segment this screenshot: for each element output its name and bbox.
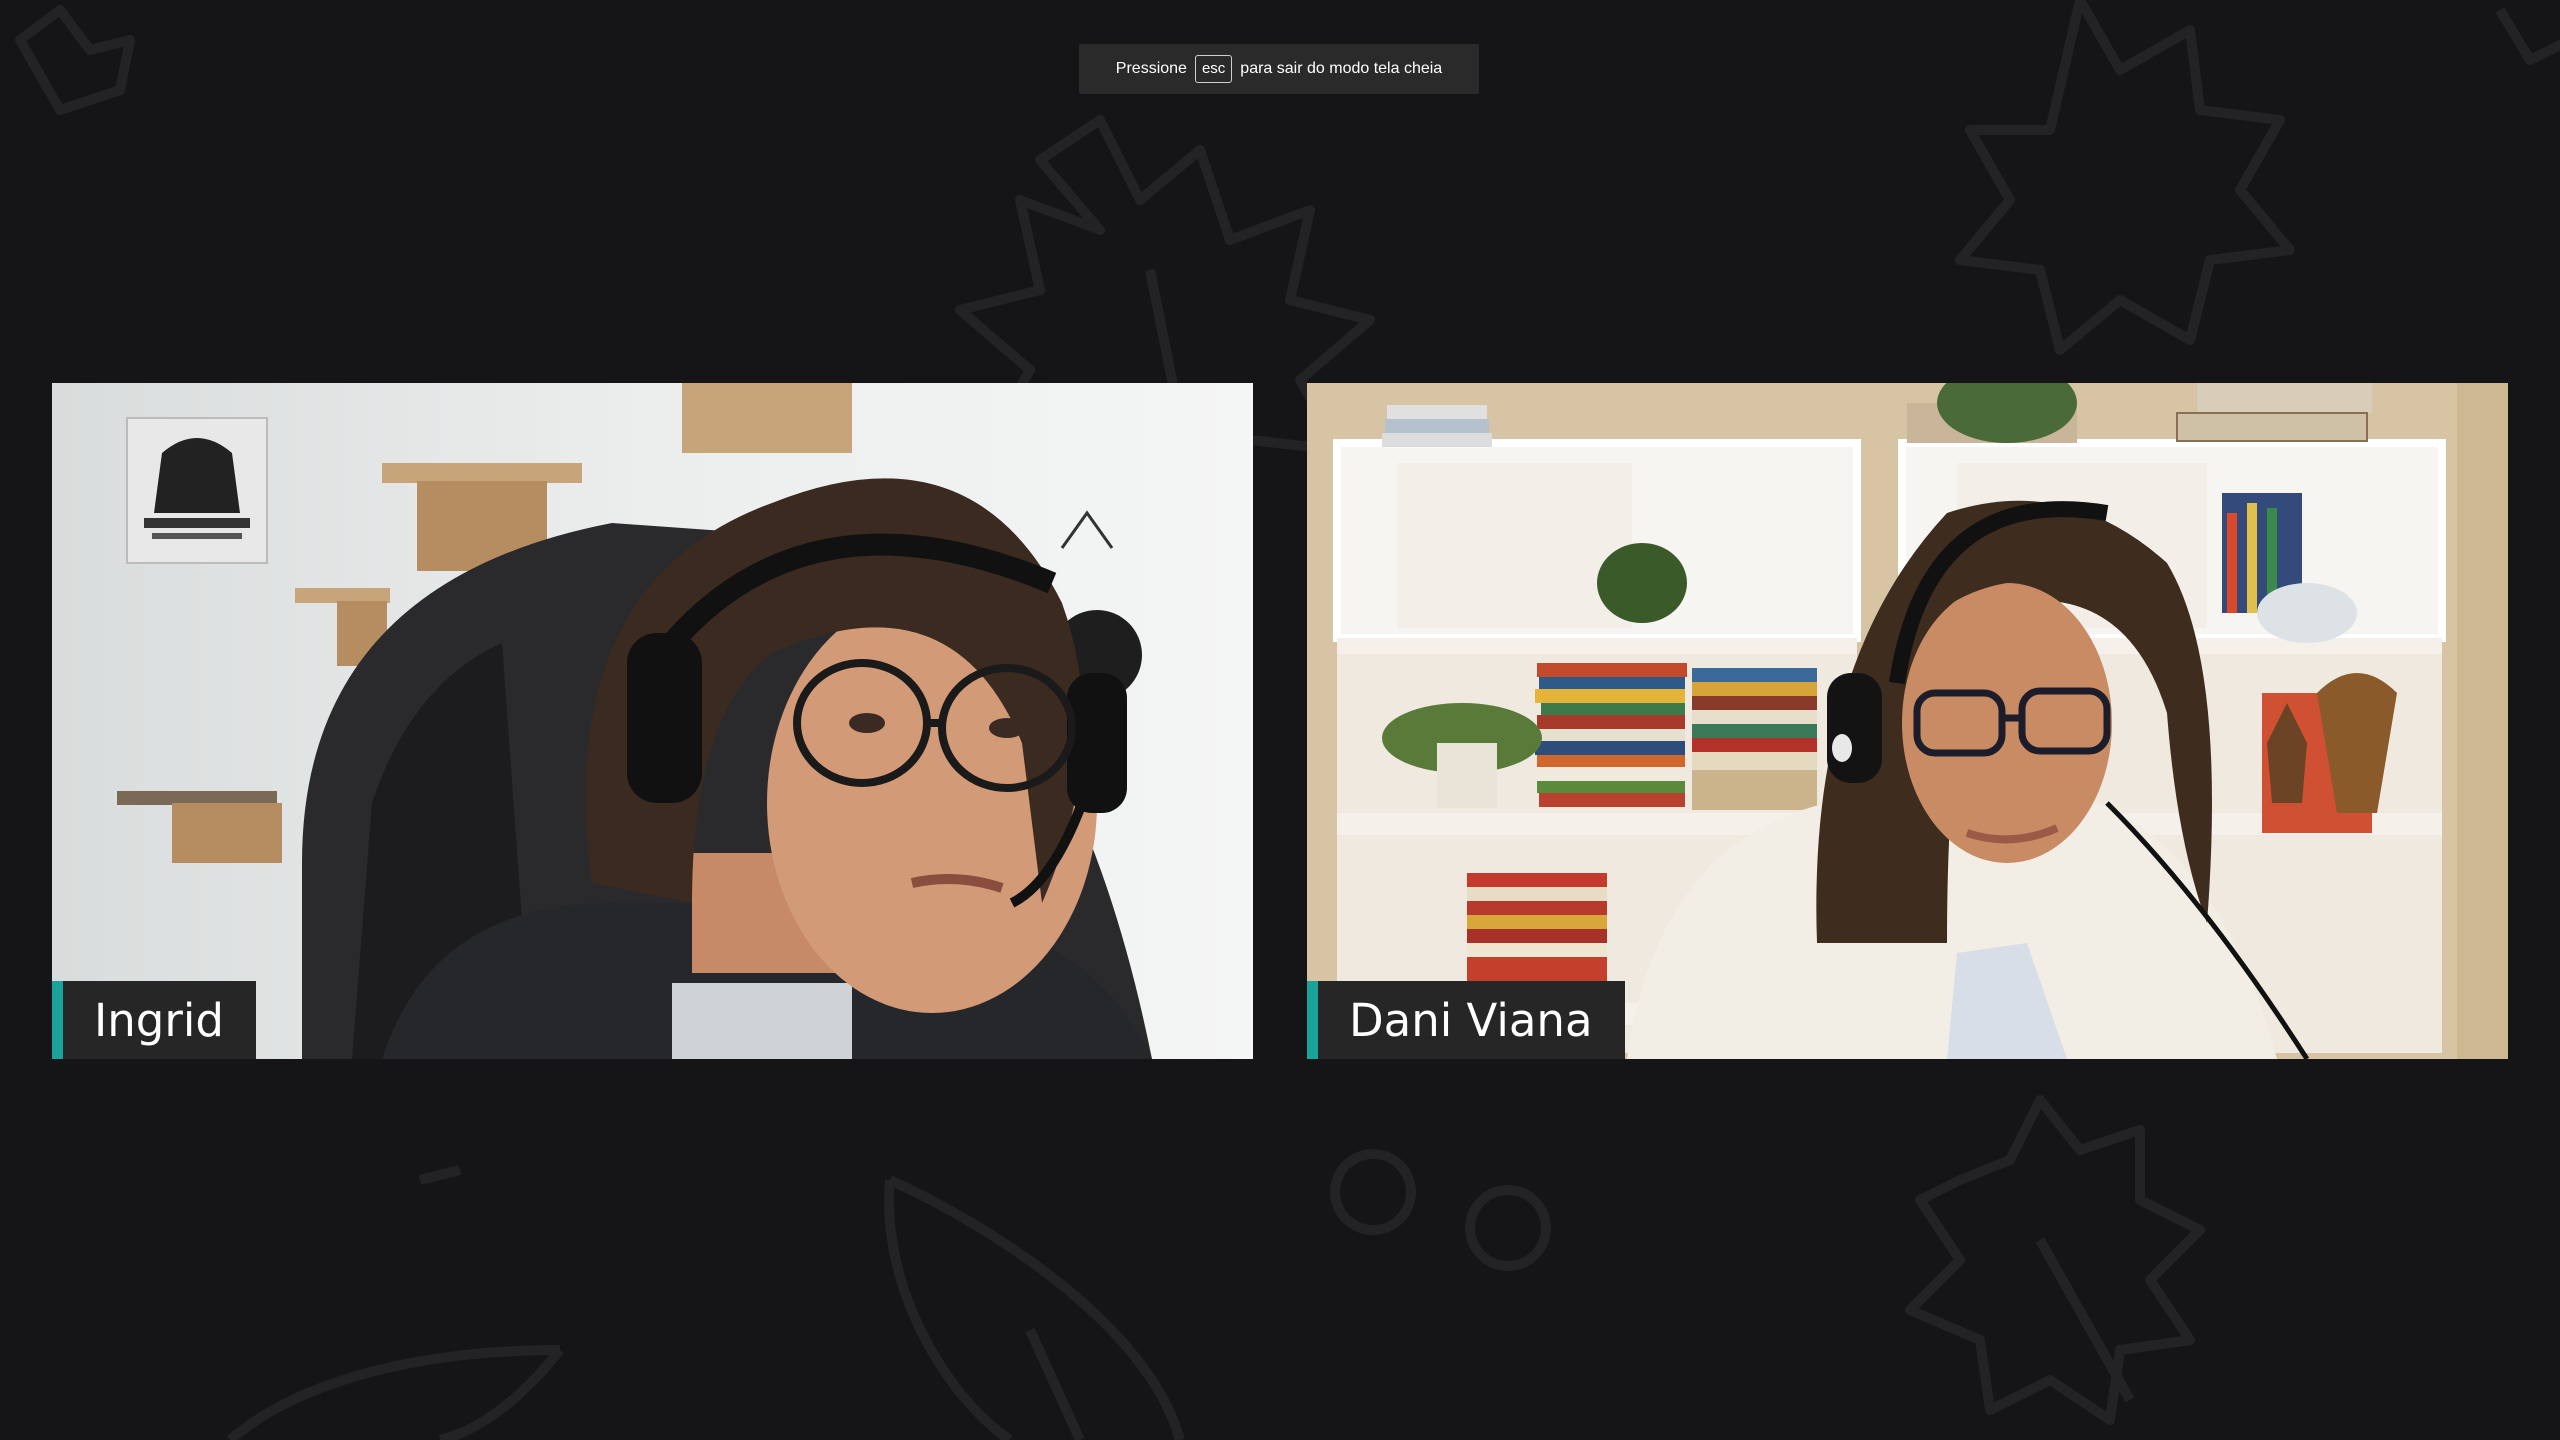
participant-video-ingrid xyxy=(52,383,1253,1059)
participant-video-dani-viana xyxy=(1307,383,2508,1059)
speaker-accent-bar xyxy=(1307,981,1318,1059)
esc-key-badge: esc xyxy=(1194,55,1233,83)
participant-tile-dani-viana[interactable]: Dani Viana xyxy=(1307,383,2508,1059)
participant-name-label: Ingrid xyxy=(94,993,224,1047)
participant-name-label: Dani Viana xyxy=(1349,993,1593,1047)
hint-prefix: Pressione xyxy=(1115,60,1187,77)
fullscreen-video-call: Pressione esc para sair do modo tela che… xyxy=(0,0,2560,1440)
participant-name-ingrid: Ingrid xyxy=(52,981,256,1059)
hint-suffix: para sair do modo tela cheia xyxy=(1240,60,1443,77)
participant-name-dani-viana: Dani Viana xyxy=(1307,981,1625,1059)
speaker-accent-bar xyxy=(52,981,63,1059)
participant-tile-ingrid[interactable]: Ingrid xyxy=(52,383,1253,1059)
fullscreen-exit-hint: Pressione esc para sair do modo tela che… xyxy=(1079,44,1479,94)
